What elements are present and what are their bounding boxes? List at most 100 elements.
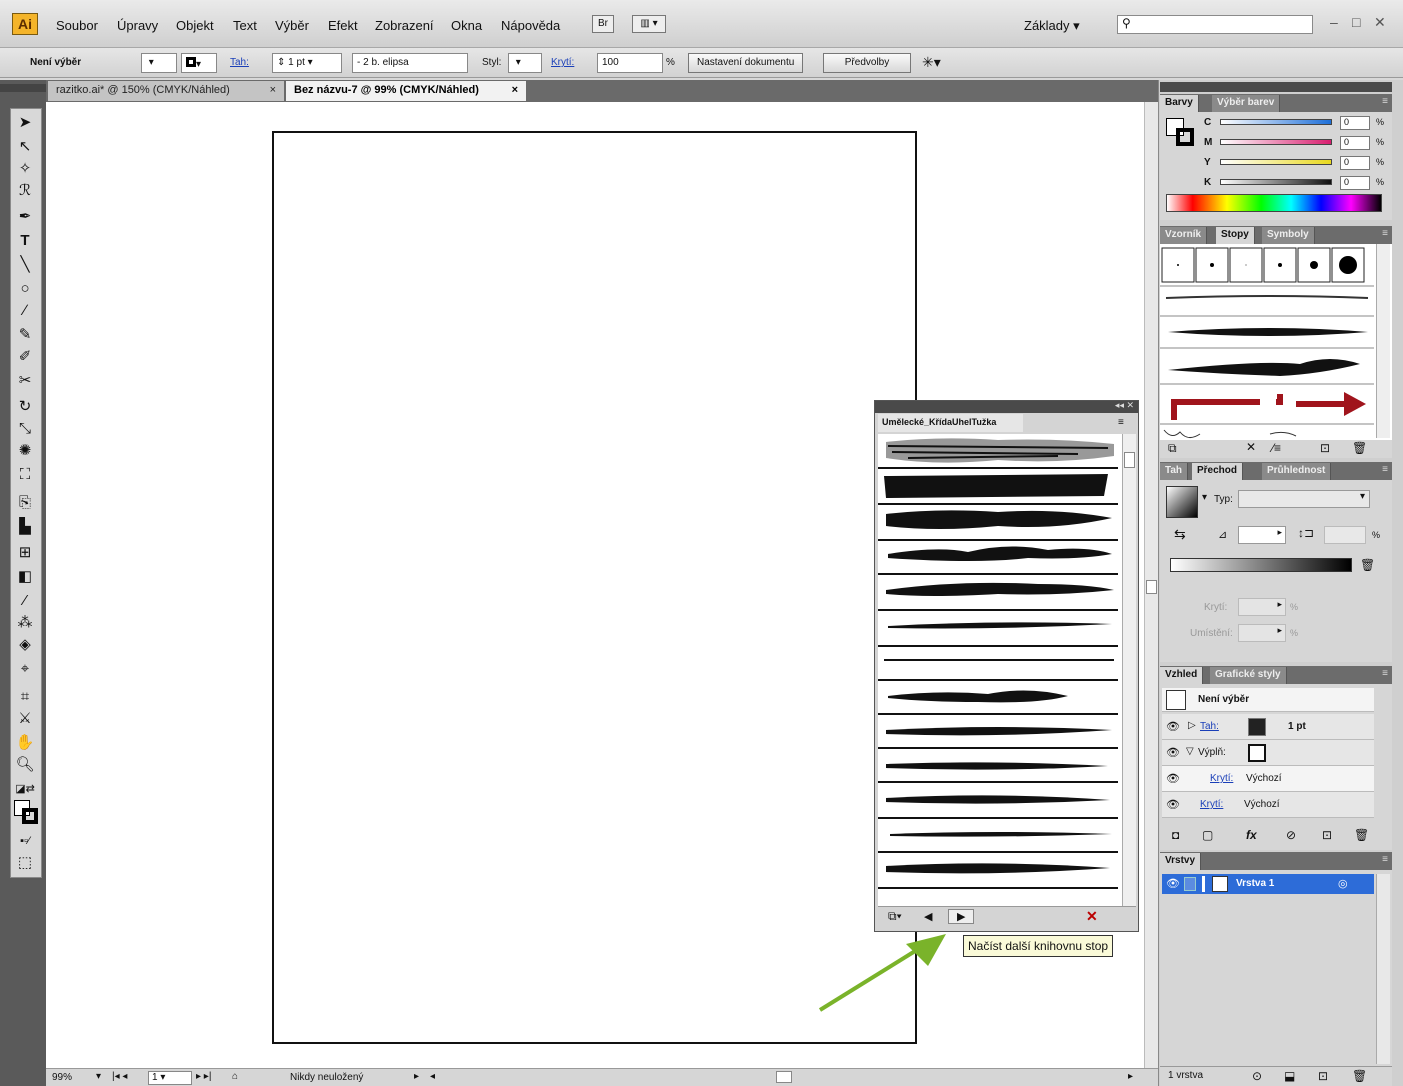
- reverse-gradient-icon[interactable]: ⇆: [1174, 526, 1186, 543]
- bridge-button[interactable]: Br: [592, 15, 614, 33]
- channel-m-value[interactable]: 0: [1340, 136, 1370, 150]
- previous-library-icon[interactable]: ◀: [924, 910, 932, 923]
- selection-tool-icon[interactable]: ➤: [12, 112, 38, 134]
- color-fill-stroke-icon[interactable]: [1166, 118, 1196, 148]
- add-new-fill-icon[interactable]: ▢: [1202, 828, 1213, 842]
- locate-object-icon[interactable]: ⊙: [1252, 1069, 1262, 1083]
- appearance-row-fill-opacity[interactable]: 👁︎ Krytí: Výchozí: [1162, 766, 1374, 792]
- panel-menu-icon[interactable]: ≡: [1382, 854, 1388, 865]
- scroll-left-icon[interactable]: ◂: [430, 1071, 435, 1082]
- brush-library-scrollbar[interactable]: [1122, 434, 1136, 906]
- hand-tool-icon[interactable]: ✋: [12, 732, 38, 754]
- minimize-button[interactable]: –: [1330, 14, 1338, 30]
- scrollbar-thumb[interactable]: [1124, 452, 1135, 468]
- symbol-sprayer-tool-icon[interactable]: ⎘: [12, 492, 38, 514]
- direct-selection-tool-icon[interactable]: ↖: [12, 136, 38, 158]
- brush-library-strokes[interactable]: [878, 434, 1122, 906]
- tab-prechod[interactable]: Přechod: [1192, 463, 1244, 480]
- delete-stop-icon[interactable]: 🗑︎: [1360, 558, 1375, 572]
- eye-icon[interactable]: 👁︎: [1166, 720, 1180, 733]
- tab-vrstvy[interactable]: Vrstvy: [1160, 853, 1202, 870]
- scroll-right-icon[interactable]: ▸: [1128, 1071, 1133, 1082]
- workspace-switcher[interactable]: Základy ▾: [1024, 18, 1080, 34]
- gradient-type-select[interactable]: ▾: [1238, 490, 1370, 508]
- preferences-button[interactable]: Předvolby: [823, 53, 911, 73]
- appearance-opacity-link[interactable]: Krytí:: [1200, 799, 1223, 810]
- channel-m-slider[interactable]: [1220, 139, 1332, 145]
- close-tab-icon[interactable]: ×: [270, 84, 276, 96]
- opacity-field[interactable]: 100: [597, 53, 663, 73]
- brush-libraries-menu-icon[interactable]: ⧉: [1168, 441, 1177, 456]
- stop-location-field[interactable]: ▸: [1238, 624, 1286, 642]
- rotate-tool-icon[interactable]: ↻: [12, 396, 38, 418]
- brush-libraries-menu-icon[interactable]: ⧉▾: [888, 909, 902, 924]
- panel-menu-icon[interactable]: ≡: [1382, 228, 1388, 239]
- panel-menu-icon[interactable]: ≡: [1382, 668, 1388, 679]
- delete-item-icon[interactable]: 🗑︎: [1354, 828, 1369, 842]
- first-artboard-icon[interactable]: |◂ ◂: [112, 1071, 127, 1082]
- remove-brush-stroke-icon[interactable]: ✕: [1246, 440, 1256, 454]
- panel-menu-icon[interactable]: ≡: [1118, 417, 1124, 428]
- tab-vzornik[interactable]: Vzorník: [1160, 227, 1208, 244]
- isolate-icon[interactable]: ✳▾: [922, 54, 941, 71]
- eye-icon[interactable]: 👁︎: [1166, 877, 1180, 890]
- stroke-link[interactable]: Tah:: [230, 57, 249, 68]
- layers-scrollbar[interactable]: [1376, 874, 1390, 1064]
- tab-stopy[interactable]: Stopy: [1216, 227, 1255, 244]
- delete-layer-icon[interactable]: 🗑︎: [1352, 1069, 1367, 1083]
- channel-c-value[interactable]: 0: [1340, 116, 1370, 130]
- panel-menu-icon[interactable]: ≡: [1382, 464, 1388, 475]
- delete-brush-icon[interactable]: 🗑︎: [1352, 441, 1367, 455]
- brush-library-tab[interactable]: Umělecké_KřídaUhelTužka: [878, 414, 1023, 432]
- brush-definition-field[interactable]: - 2 b. elipsa: [352, 53, 468, 73]
- blob-brush-tool-icon[interactable]: ✐: [12, 346, 38, 368]
- layer-target-icon[interactable]: ◎: [1338, 877, 1348, 890]
- layer-row-vrstva-1[interactable]: 👁︎ Vrstva 1 ◎: [1162, 874, 1374, 894]
- eye-icon[interactable]: 👁︎: [1166, 746, 1180, 759]
- remove-brush-icon[interactable]: ✕: [1086, 908, 1098, 925]
- tab-pruhlednost[interactable]: Průhlednost: [1262, 463, 1332, 480]
- channel-k-slider[interactable]: [1220, 179, 1332, 185]
- status-menu-icon[interactable]: ▸: [414, 1071, 419, 1082]
- appearance-opacity-link[interactable]: Krytí:: [1210, 773, 1233, 784]
- artboard-tool-icon[interactable]: ⌗: [12, 686, 38, 708]
- arrange-documents-button[interactable]: ▥ ▾: [632, 15, 666, 33]
- horizontal-scroll-thumb[interactable]: [776, 1071, 792, 1083]
- tab-vzhled[interactable]: Vzhled: [1160, 667, 1204, 684]
- scrollbar-thumb[interactable]: [1146, 580, 1157, 594]
- gradient-swatch[interactable]: [1166, 486, 1198, 518]
- stroke-swatch[interactable]: [1248, 718, 1266, 736]
- eye-icon[interactable]: 👁︎: [1166, 798, 1180, 811]
- brush-library-titlebar[interactable]: ◂◂ ✕: [875, 400, 1138, 413]
- canvas-vertical-scrollbar[interactable]: [1144, 102, 1158, 1068]
- tab-symboly[interactable]: Symboly: [1262, 227, 1315, 244]
- add-effect-icon[interactable]: fx: [1246, 828, 1257, 842]
- menu-efekt[interactable]: Efekt: [328, 18, 358, 33]
- next-artboard-icon[interactable]: ▸ ▸|: [196, 1071, 211, 1082]
- ellipse-tool-icon[interactable]: ○: [12, 278, 38, 300]
- line-tool-icon[interactable]: ╲: [12, 254, 38, 276]
- menu-okna[interactable]: Okna: [451, 18, 482, 33]
- live-paint-selection-tool-icon[interactable]: ⌖: [12, 658, 38, 680]
- brushes-scrollbar[interactable]: [1376, 244, 1390, 438]
- document-tab-razitko[interactable]: razitko.ai* @ 150% (CMYK/Náhled) ×: [48, 81, 284, 101]
- channel-y-value[interactable]: 0: [1340, 156, 1370, 170]
- tools-panel-grip[interactable]: [0, 84, 46, 92]
- gradient-tool-icon[interactable]: ◧: [12, 566, 38, 588]
- appearance-row-fill[interactable]: 👁︎ ▽ Výplň:: [1162, 740, 1374, 766]
- close-tab-icon[interactable]: ×: [512, 84, 518, 96]
- fill-color-picker[interactable]: ▾: [141, 53, 177, 73]
- tab-tah[interactable]: Tah: [1160, 463, 1189, 480]
- tab-barvy[interactable]: Barvy: [1160, 95, 1199, 112]
- artboard-number-field[interactable]: 1 ▾: [148, 1071, 192, 1085]
- document-tab-bez-nazvu-7[interactable]: Bez názvu-7 @ 99% (CMYK/Náhled) ×: [286, 81, 526, 101]
- tab-vyber-barev[interactable]: Výběr barev: [1212, 95, 1281, 112]
- channel-k-value[interactable]: 0: [1340, 176, 1370, 190]
- stop-opacity-field[interactable]: ▸: [1238, 598, 1286, 616]
- fill-stroke-swatch-icon[interactable]: [14, 800, 40, 826]
- free-transform-tool-icon[interactable]: ⛶: [12, 464, 38, 486]
- color-mode-icon[interactable]: ▪▫⁄: [12, 830, 38, 852]
- pen-tool-icon[interactable]: ✒: [12, 206, 38, 228]
- close-window-button[interactable]: ✕: [1374, 14, 1386, 31]
- document-settings-button[interactable]: Nastavení dokumentu: [688, 53, 804, 73]
